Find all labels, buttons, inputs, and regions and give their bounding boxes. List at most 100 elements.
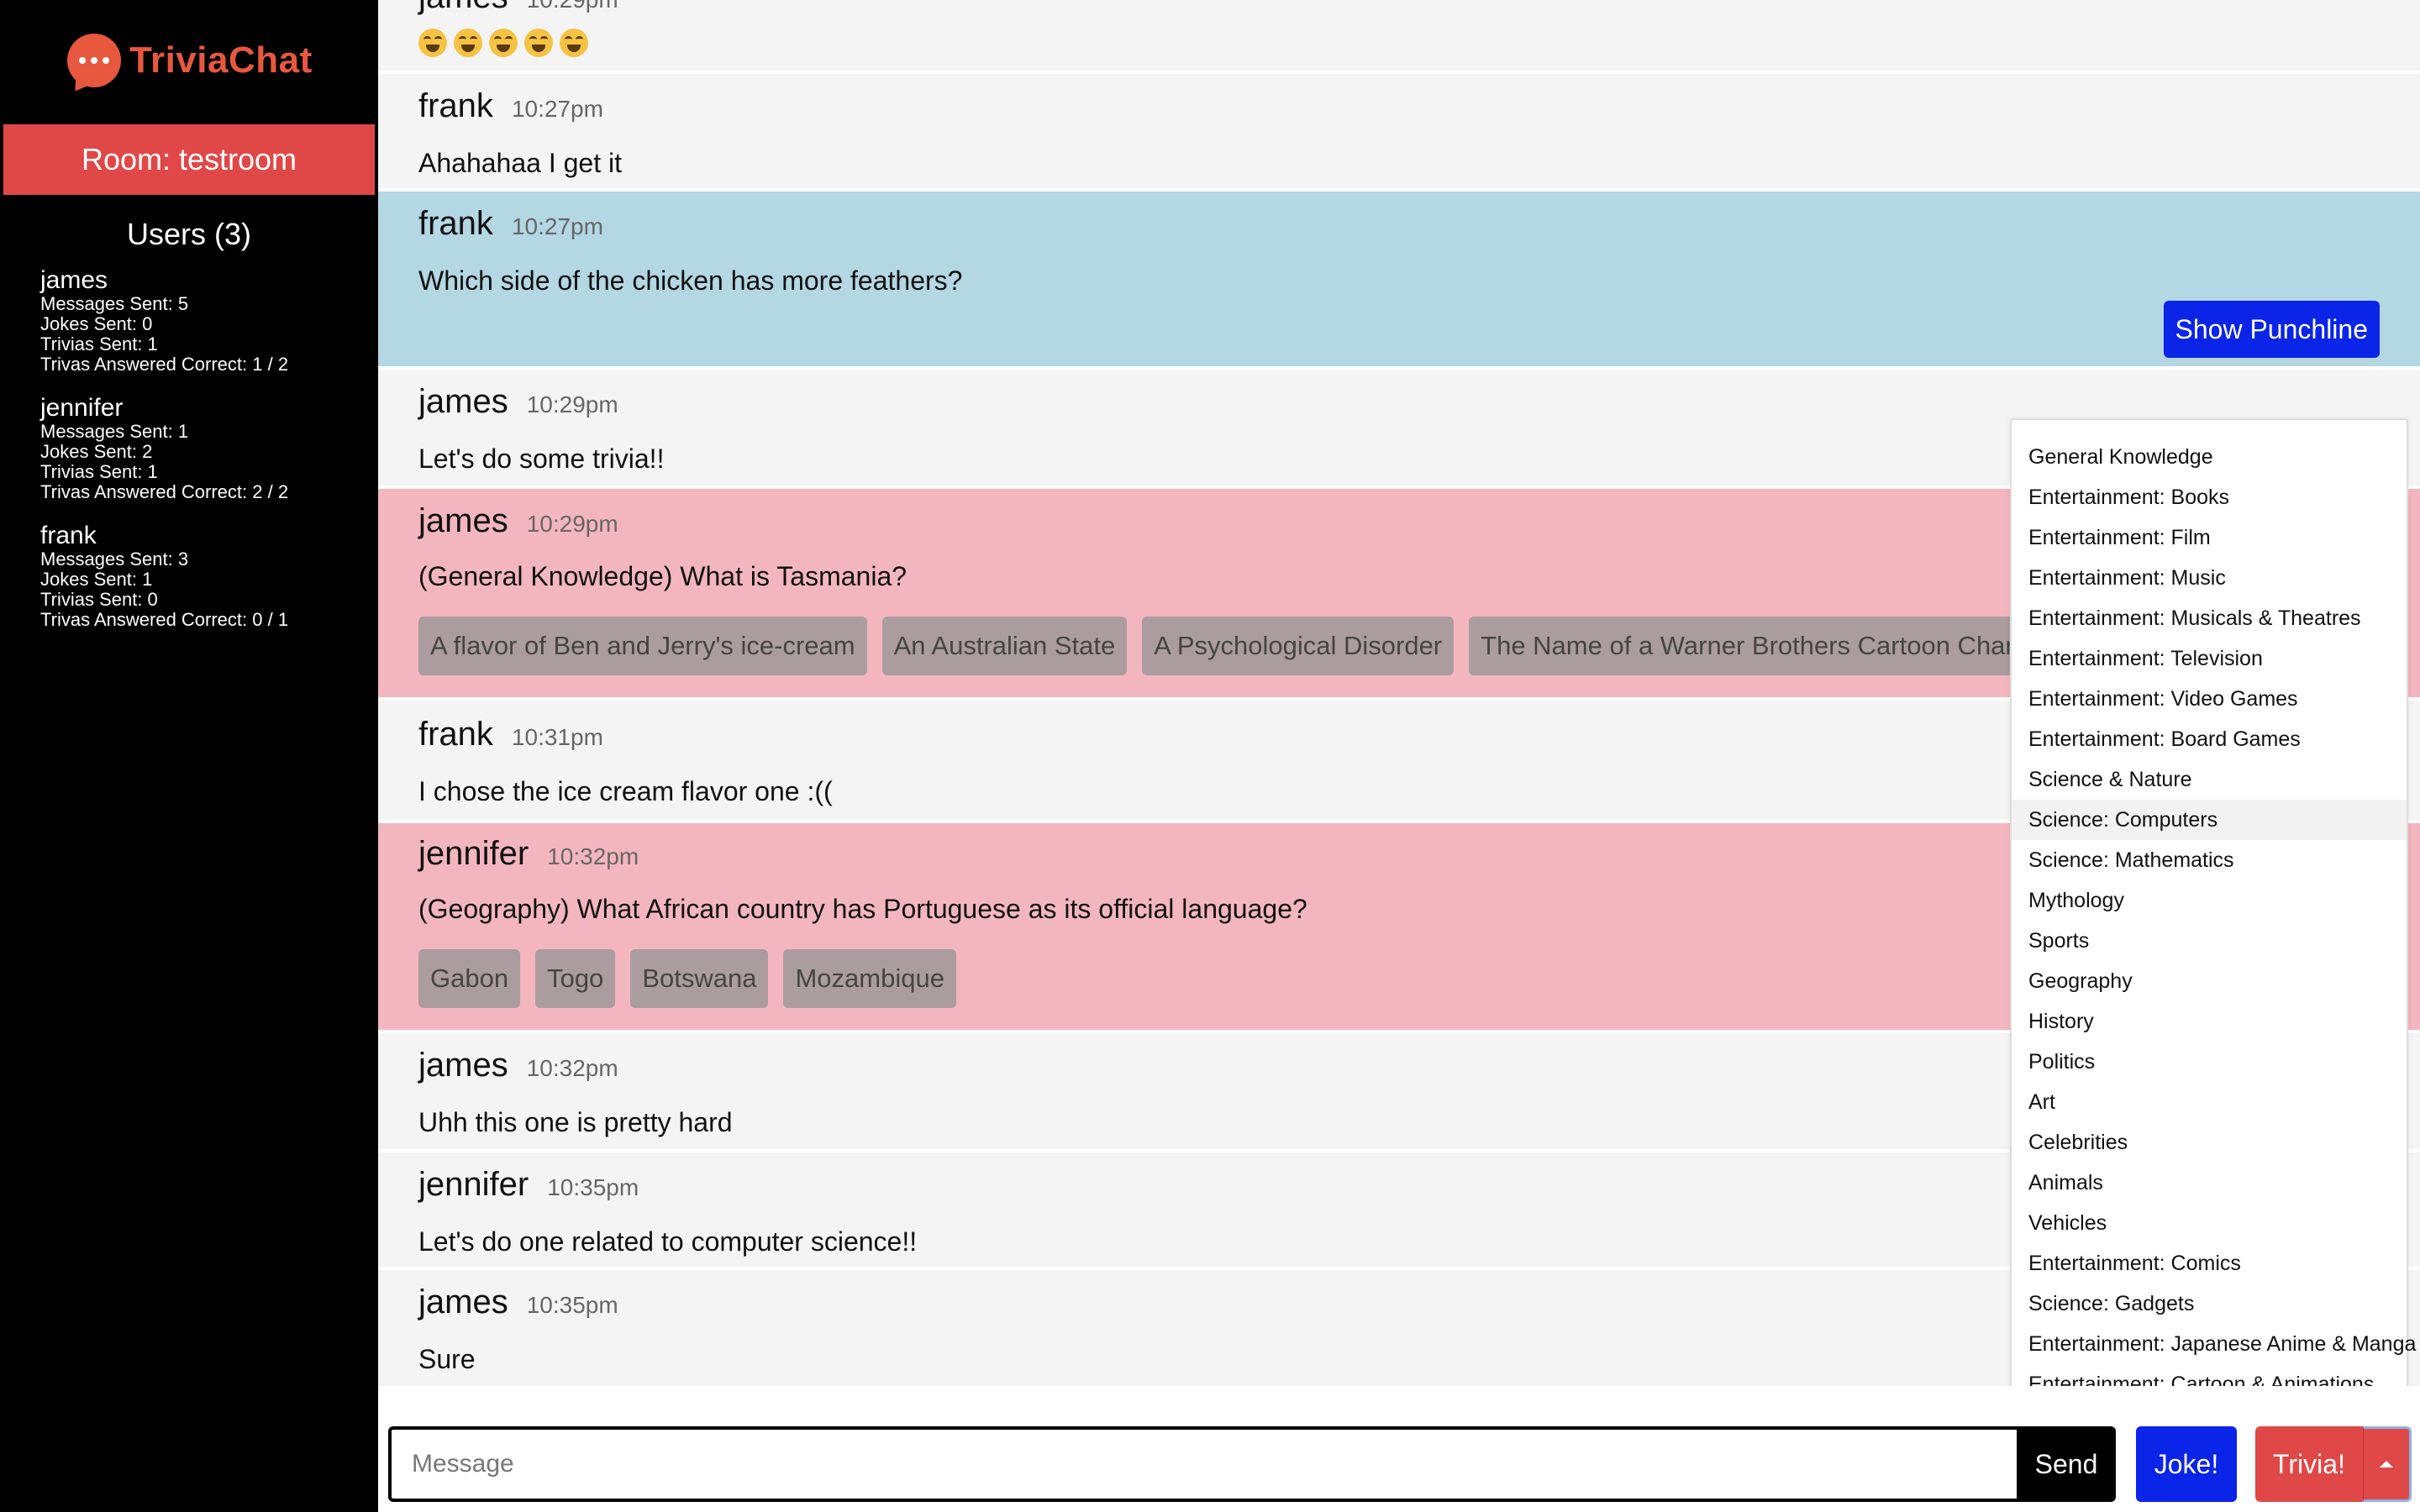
trivias-correct: Trivas Answered Correct: 1 / 2 [40, 354, 289, 375]
category-option[interactable]: Animals [2012, 1163, 2407, 1203]
message-author: james [418, 383, 508, 420]
messages-sent: Messages Sent: 5 [40, 293, 189, 314]
trivia-answer-button[interactable]: The Name of a Warner Brothers Cartoon Ch… [1469, 617, 2084, 675]
laughing-emoji-icon [560, 29, 588, 57]
message-time: 10:32pm [547, 843, 639, 869]
jokes-sent: Jokes Sent: 0 [40, 313, 153, 334]
send-button[interactable]: Send [2017, 1426, 2116, 1502]
message-author: james [418, 1284, 508, 1320]
category-option[interactable]: Geography [2012, 961, 2407, 1001]
category-option[interactable]: Entertainment: Books [2012, 477, 2407, 517]
trivia-answer-button[interactable]: Mozambique [783, 949, 956, 1008]
joke-setup: Which side of the chicken has more feath… [418, 265, 963, 296]
trivia-answer-button[interactable]: An Australian State [881, 617, 1128, 675]
messages-sent: Messages Sent: 1 [40, 421, 189, 442]
user-name: jennifer [40, 394, 124, 422]
laughing-emoji-icon [489, 29, 518, 57]
trivia-answer-button[interactable]: Botswana [630, 949, 769, 1008]
message-time: 10:35pm [526, 1292, 618, 1318]
message-input[interactable] [388, 1426, 2027, 1502]
trivia-answers: Gabon Togo Botswana Mozambique [418, 949, 956, 1008]
room-banner: Room: testroom [3, 124, 375, 195]
message-time: 10:27pm [511, 213, 603, 239]
logo: TriviaChat [67, 30, 313, 91]
user-name: frank [40, 522, 97, 549]
trivia-button[interactable]: Trivia! [2255, 1426, 2363, 1502]
category-option[interactable]: Sports [2012, 921, 2407, 961]
category-option[interactable]: Celebrities [2012, 1122, 2407, 1163]
user-card-jennifer: jennifer Messages Sent: 1 Jokes Sent: 2 … [40, 395, 376, 502]
trivia-question: (General Knowledge) What is Tasmania? [418, 561, 908, 591]
message-author: jennifer [418, 835, 529, 872]
message-text: Let's do one related to computer science… [418, 1226, 918, 1257]
user-list: james Messages Sent: 5 Jokes Sent: 0 Tri… [40, 267, 376, 650]
category-option[interactable]: Entertainment: Japanese Anime & Manga [2012, 1324, 2416, 1364]
trivia-question: (Geography) What African country has Por… [418, 894, 1307, 924]
chat-message: james 10:29pm [378, 0, 2420, 74]
chat-message: frank 10:27pm Ahahahaa I get it [378, 74, 2420, 192]
category-option[interactable]: Science: Gadgets [2012, 1284, 2407, 1324]
category-option-hovered[interactable]: Science: Computers [2012, 800, 2407, 840]
laughing-emoji-icon [418, 29, 447, 57]
user-card-james: james Messages Sent: 5 Jokes Sent: 0 Tri… [40, 267, 376, 375]
category-option[interactable]: Entertainment: Comics [2012, 1243, 2407, 1284]
category-option[interactable]: Politics [2012, 1042, 2407, 1082]
category-option[interactable]: General Knowledge [2012, 437, 2407, 477]
trivias-sent: Trivias Sent: 0 [40, 589, 158, 610]
trivia-answer-button[interactable]: A Psychological Disorder [1142, 617, 1455, 675]
message-time: 10:29pm [527, 0, 618, 13]
message-author: james [418, 0, 508, 16]
show-punchline-button[interactable]: Show Punchline [2163, 301, 2380, 358]
message-text: Let's do some trivia!! [418, 444, 665, 474]
message-text: Sure [418, 1344, 476, 1374]
message-time: 10:32pm [526, 1055, 618, 1081]
trivia-category-toggle[interactable] [2363, 1426, 2412, 1502]
category-option[interactable]: Entertainment: Video Games [2012, 679, 2407, 719]
category-option[interactable]: Entertainment: Television [2012, 638, 2407, 679]
category-option[interactable]: Vehicles [2012, 1203, 2407, 1243]
user-card-frank: frank Messages Sent: 3 Jokes Sent: 1 Tri… [40, 522, 376, 630]
emoji-reactions [418, 29, 588, 57]
trivia-answer-button[interactable]: Gabon [418, 949, 521, 1008]
joke-message: frank 10:27pm Which side of the chicken … [378, 192, 2420, 370]
jokes-sent: Jokes Sent: 1 [40, 569, 153, 590]
category-option[interactable]: History [2012, 1001, 2407, 1042]
logo-text: TriviaChat [129, 39, 313, 81]
caret-up-icon [2380, 1461, 2393, 1467]
message-time: 10:31pm [511, 724, 603, 750]
category-option[interactable]: Entertainment: Board Games [2012, 719, 2407, 759]
message-time: 10:29pm [526, 391, 618, 417]
laughing-emoji-icon [524, 29, 553, 57]
trivias-sent: Trivias Sent: 1 [40, 461, 158, 482]
category-option[interactable]: Science & Nature [2012, 759, 2407, 800]
message-composer: Send Joke! Trivia! [378, 1386, 2420, 1512]
user-name: james [40, 266, 108, 294]
message-time: 10:35pm [547, 1174, 639, 1200]
trivias-correct: Trivas Answered Correct: 2 / 2 [40, 481, 289, 502]
message-text: Uhh this one is pretty hard [418, 1107, 733, 1137]
messages-sent: Messages Sent: 3 [40, 549, 189, 570]
message-text: I chose the ice cream flavor one :(( [418, 776, 833, 806]
trivia-answer-button[interactable]: A flavor of Ben and Jerry's ice-cream [418, 617, 867, 675]
laughing-emoji-icon [454, 29, 482, 57]
message-text: Ahahahaa I get it [418, 148, 622, 178]
trivia-category-menu[interactable]: General Knowledge Entertainment: Books E… [2010, 418, 2416, 1421]
message-author: frank [418, 205, 493, 242]
category-option[interactable]: Mythology [2012, 880, 2407, 921]
trivia-answers: A flavor of Ben and Jerry's ice-cream An… [418, 617, 2084, 675]
joke-button[interactable]: Joke! [2136, 1426, 2237, 1502]
category-option[interactable]: Entertainment: Musicals & Theatres [2012, 598, 2407, 638]
message-author: james [418, 502, 508, 539]
category-option[interactable]: Art [2012, 1082, 2407, 1122]
category-option[interactable]: Science: Mathematics [2012, 840, 2407, 880]
sidebar: TriviaChat Room: testroom Users (3) jame… [0, 0, 378, 1512]
message-author: frank [418, 716, 493, 753]
message-time: 10:27pm [511, 96, 603, 122]
chat-bubble-icon [67, 34, 121, 87]
category-option[interactable]: Entertainment: Music [2012, 558, 2407, 598]
trivia-answer-button[interactable]: Togo [535, 949, 616, 1008]
message-time: 10:29pm [526, 511, 618, 537]
users-title: Users (3) [126, 217, 251, 251]
category-option[interactable]: Entertainment: Film [2012, 517, 2407, 558]
jokes-sent: Jokes Sent: 2 [40, 441, 153, 462]
